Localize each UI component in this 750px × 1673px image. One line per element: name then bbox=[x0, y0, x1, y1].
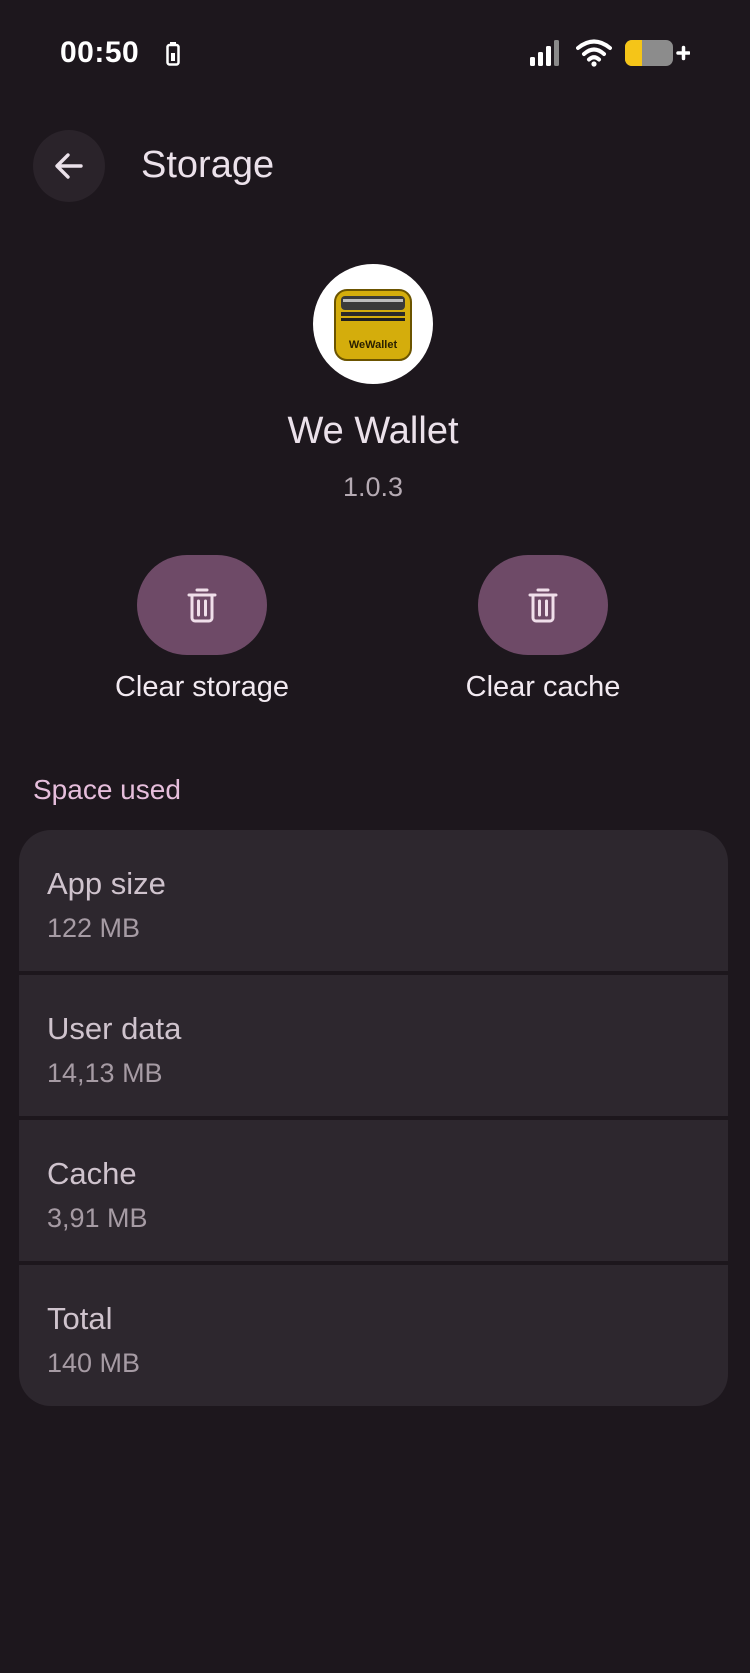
clear-cache-action[interactable]: Clear cache bbox=[393, 555, 693, 704]
space-used-list: App size 122 MB User data 14,13 MB Cache… bbox=[19, 830, 728, 1406]
status-icons bbox=[528, 38, 690, 68]
app-size-value: 122 MB bbox=[47, 913, 141, 943]
clear-storage-label: Clear storage bbox=[114, 671, 290, 703]
wallet-icon: WeWallet bbox=[334, 289, 412, 361]
battery-saver-icon bbox=[166, 42, 180, 66]
user-data-title: User data bbox=[47, 1011, 182, 1046]
app-size-title: App size bbox=[47, 866, 166, 901]
user-data-row: User data 14,13 MB bbox=[19, 975, 728, 1116]
app-version: 1.0.3 bbox=[342, 472, 404, 502]
clear-storage-action[interactable]: Clear storage bbox=[52, 555, 352, 704]
top-app-bar: Storage bbox=[0, 130, 750, 202]
clear-storage-button[interactable] bbox=[137, 555, 267, 655]
back-button[interactable] bbox=[33, 130, 105, 202]
app-name: We Wallet bbox=[287, 410, 459, 452]
wifi-icon bbox=[576, 39, 612, 67]
total-title: Total bbox=[47, 1301, 113, 1336]
battery-charging-icon bbox=[625, 40, 690, 66]
cache-value: 3,91 MB bbox=[47, 1203, 148, 1233]
arrow-back-icon bbox=[55, 153, 83, 179]
space-used-heading: Space used bbox=[33, 774, 181, 805]
clear-cache-button[interactable] bbox=[478, 555, 608, 655]
cache-title: Cache bbox=[47, 1156, 137, 1191]
total-value: 140 MB bbox=[47, 1348, 141, 1378]
page-title: Storage bbox=[141, 144, 275, 186]
clear-cache-label: Clear cache bbox=[465, 671, 621, 703]
status-time: 00:50 bbox=[60, 36, 140, 69]
trash-icon bbox=[528, 588, 558, 623]
app-size-row: App size 122 MB bbox=[19, 830, 728, 971]
cellular-signal-icon bbox=[530, 40, 559, 66]
cache-row: Cache 3,91 MB bbox=[19, 1120, 728, 1261]
app-icon: WeWallet bbox=[313, 264, 433, 384]
trash-icon bbox=[187, 588, 217, 623]
status-bar: 00:50 bbox=[0, 0, 750, 110]
total-row: Total 140 MB bbox=[19, 1265, 728, 1406]
app-icon-text: WeWallet bbox=[349, 339, 398, 351]
user-data-value: 14,13 MB bbox=[47, 1058, 163, 1088]
